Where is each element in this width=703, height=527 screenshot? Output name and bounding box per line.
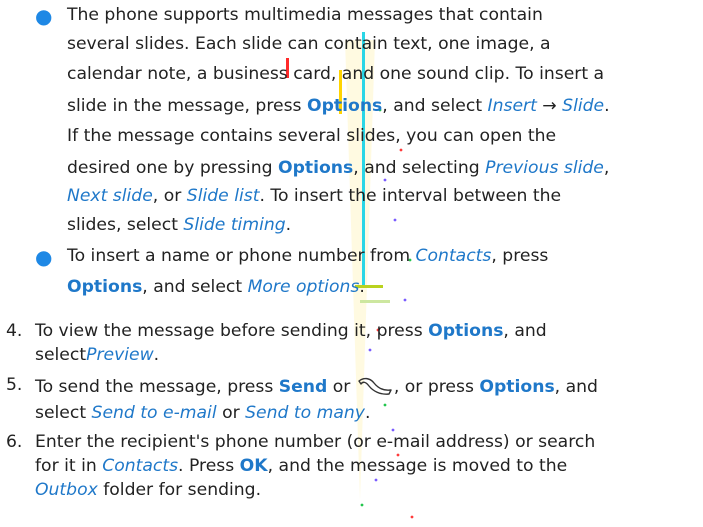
bullet1-line8: slides, select Slide timing. (67, 215, 291, 235)
menu-item-previous-slide: Previous slide (485, 158, 604, 178)
bullet-icon: ● (35, 4, 53, 28)
step6-line1: Enter the recipient's phone number (or e… (35, 432, 595, 452)
menu-item-contacts: Contacts (102, 456, 179, 476)
text: The phone supports multimedia messages t… (67, 5, 543, 25)
menu-item-insert: Insert (487, 96, 537, 116)
bullet1-line1: The phone supports multimedia messages t… (67, 5, 543, 25)
options-key-label: Options (67, 277, 143, 297)
bullet1-line3: calendar note, a business card, and one … (67, 64, 604, 84)
bullet1-line6: desired one by pressing Options, and sel… (67, 158, 609, 178)
text: folder for sending. (97, 480, 262, 500)
text: . To insert the interval between the (259, 186, 562, 206)
text: , and selecting (353, 158, 486, 178)
text: or (327, 377, 356, 397)
text: To view the message before sending it, p… (35, 321, 429, 341)
bullet1-line5: If the message contains several slides, … (67, 126, 556, 146)
text: To send the message, press (35, 377, 279, 397)
text: , and select (382, 96, 488, 116)
text: or (216, 403, 246, 423)
menu-item-more-options: More options (247, 277, 360, 297)
menu-item-slide-list: Slide list (186, 186, 260, 206)
text: , press (491, 246, 549, 266)
step4-line2: selectPreview. (35, 345, 159, 365)
step4-line1: To view the message before sending it, p… (35, 321, 547, 341)
text: select (35, 345, 87, 365)
menu-item-slide: Slide (562, 96, 605, 116)
arrow-glyph: → (536, 96, 563, 116)
text: , or press (393, 377, 480, 397)
options-key-label: Options (306, 96, 383, 116)
menu-item-contacts: Contacts (415, 246, 492, 266)
text: several slides. Each slide can contain t… (67, 34, 551, 54)
text: calendar note, a business card, and one … (67, 64, 605, 84)
menu-item-next-slide: Next slide (67, 186, 153, 206)
text: , or (152, 186, 187, 206)
bullet1-line4: slide in the message, press Options, and… (67, 96, 610, 116)
bullet2-line1: To insert a name or phone number from Co… (67, 246, 548, 266)
text: , and select (142, 277, 248, 297)
text: . (153, 345, 160, 365)
options-key-label: Options (479, 377, 555, 397)
step-number: 5. (6, 375, 23, 395)
text: If the message contains several slides, … (67, 126, 557, 146)
text: . (359, 277, 365, 297)
step6-line3: Outbox folder for sending. (35, 480, 261, 500)
text: slide in the message, press (67, 96, 307, 116)
step6-line2: for it in Contacts. Press OK, and the me… (35, 456, 567, 476)
send-key-icon (358, 377, 392, 395)
send-key-label: Send (278, 377, 328, 397)
bullet1-line7: Next slide, or Slide list. To insert the… (67, 186, 561, 206)
text: . (604, 96, 610, 116)
step-number: 4. (6, 321, 23, 341)
step-number: 6. (6, 432, 23, 452)
ok-key-label: OK (239, 456, 268, 476)
text: , (603, 158, 610, 178)
menu-item-preview: Preview (86, 345, 154, 365)
bullet2-line2: Options, and select More options. (67, 277, 365, 297)
menu-item-send-to-email: Send to e-mail (91, 403, 217, 423)
text: , and the message is moved to the (267, 456, 568, 476)
text: , and (503, 321, 547, 341)
options-key-label: Options (277, 158, 354, 178)
text: desired one by pressing (67, 158, 278, 178)
text: . (285, 215, 292, 235)
bullet1-line2: several slides. Each slide can contain t… (67, 34, 551, 54)
text: . (364, 403, 371, 423)
folder-outbox: Outbox (35, 480, 98, 500)
text: To insert a name or phone number from (67, 246, 416, 266)
step5-line2: select Send to e-mail or Send to many. (35, 403, 370, 423)
menu-item-slide-timing: Slide timing (183, 215, 286, 235)
text: Enter the recipient's phone number (or e… (35, 432, 596, 452)
text: slides, select (67, 215, 184, 235)
bullet-icon: ● (35, 245, 53, 269)
text: select (35, 403, 92, 423)
text: for it in (35, 456, 103, 476)
text: , and (554, 377, 598, 397)
options-key-label: Options (428, 321, 504, 341)
menu-item-send-to-many: Send to many (245, 403, 365, 423)
step5-line1: To send the message, press Send or , or … (35, 375, 598, 397)
text: . Press (178, 456, 240, 476)
